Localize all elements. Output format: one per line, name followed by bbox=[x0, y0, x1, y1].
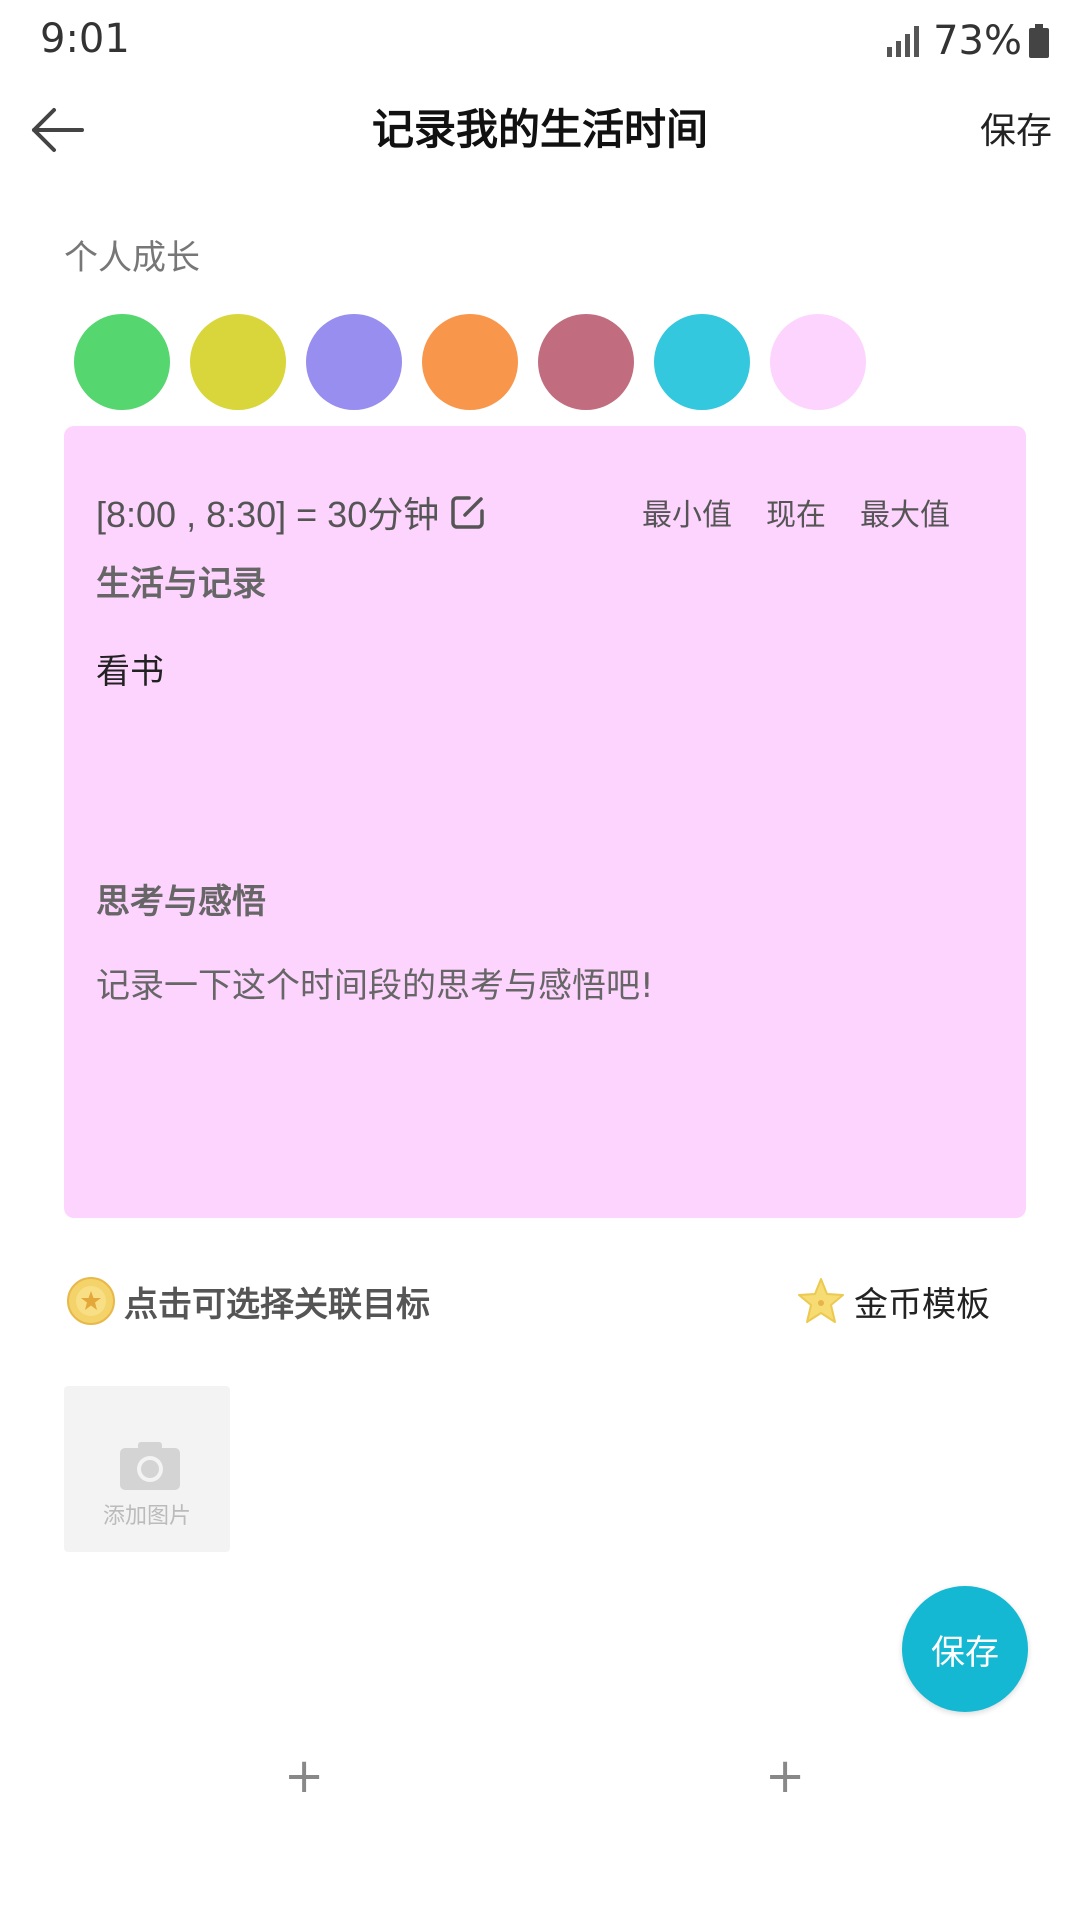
signal-icon bbox=[887, 26, 920, 57]
swatch-yellow[interactable] bbox=[190, 314, 286, 410]
life-record-input[interactable]: 看书 bbox=[96, 644, 164, 693]
page-title: 记录我的生活时间 bbox=[371, 105, 708, 154]
status-right: 73% bbox=[885, 18, 1050, 64]
swatch-rose[interactable] bbox=[538, 314, 634, 410]
time-range[interactable]: [8:00 , 8:30] = 30分钟 bbox=[96, 486, 439, 538]
battery-icon bbox=[1029, 24, 1049, 58]
thought-heading: 思考与感悟 bbox=[96, 882, 266, 922]
edit-icon[interactable] bbox=[449, 493, 487, 531]
camera-icon bbox=[120, 1442, 180, 1490]
coin-template-label: 金币模板 bbox=[854, 1284, 990, 1325]
swatch-green[interactable] bbox=[74, 314, 170, 410]
max-value-button[interactable]: 最大值 bbox=[860, 490, 950, 534]
category-label[interactable]: 个人成长 bbox=[64, 230, 200, 279]
min-value-button[interactable]: 最小值 bbox=[642, 490, 732, 534]
goal-link[interactable]: 点击可选择关联目标 bbox=[66, 1276, 430, 1326]
entry-card: [8:00 , 8:30] = 30分钟 最小值 现在 最大值 生活与记录 看书… bbox=[64, 426, 1026, 1218]
swatch-cyan[interactable] bbox=[654, 314, 750, 410]
coin-template-button[interactable]: 金币模板 bbox=[796, 1276, 990, 1326]
add-photo-button[interactable]: 添加图片 bbox=[64, 1386, 230, 1552]
top-nav: 记录我的生活时间 保存 bbox=[0, 80, 1080, 190]
goal-link-label: 点击可选择关联目标 bbox=[124, 1284, 430, 1325]
swatch-orange[interactable] bbox=[422, 314, 518, 410]
add-photo-label: 添加图片 bbox=[102, 1504, 191, 1529]
life-record-heading: 生活与记录 bbox=[96, 564, 266, 604]
status-bar: 9:01 73% bbox=[0, 0, 1080, 90]
time-actions: 最小值 现在 最大值 bbox=[608, 490, 950, 534]
battery-percent: 73% bbox=[933, 18, 1022, 64]
swatch-purple[interactable] bbox=[306, 314, 402, 410]
fab-save-button[interactable]: 保存 bbox=[902, 1586, 1028, 1712]
status-time: 9:01 bbox=[40, 16, 130, 62]
thought-input[interactable]: 记录一下这个时间段的思考与感悟吧! bbox=[96, 958, 654, 1007]
plus-left-button[interactable]: + bbox=[284, 1752, 324, 1800]
header-save-button[interactable]: 保存 bbox=[980, 102, 1052, 154]
time-row: [8:00 , 8:30] = 30分钟 最小值 现在 最大值 bbox=[96, 486, 996, 538]
color-swatches bbox=[74, 314, 886, 410]
now-button[interactable]: 现在 bbox=[766, 490, 826, 534]
star-icon bbox=[798, 1278, 844, 1323]
coin-icon bbox=[67, 1277, 115, 1325]
plus-right-button[interactable]: + bbox=[765, 1752, 805, 1800]
swatch-pink[interactable] bbox=[770, 314, 866, 410]
